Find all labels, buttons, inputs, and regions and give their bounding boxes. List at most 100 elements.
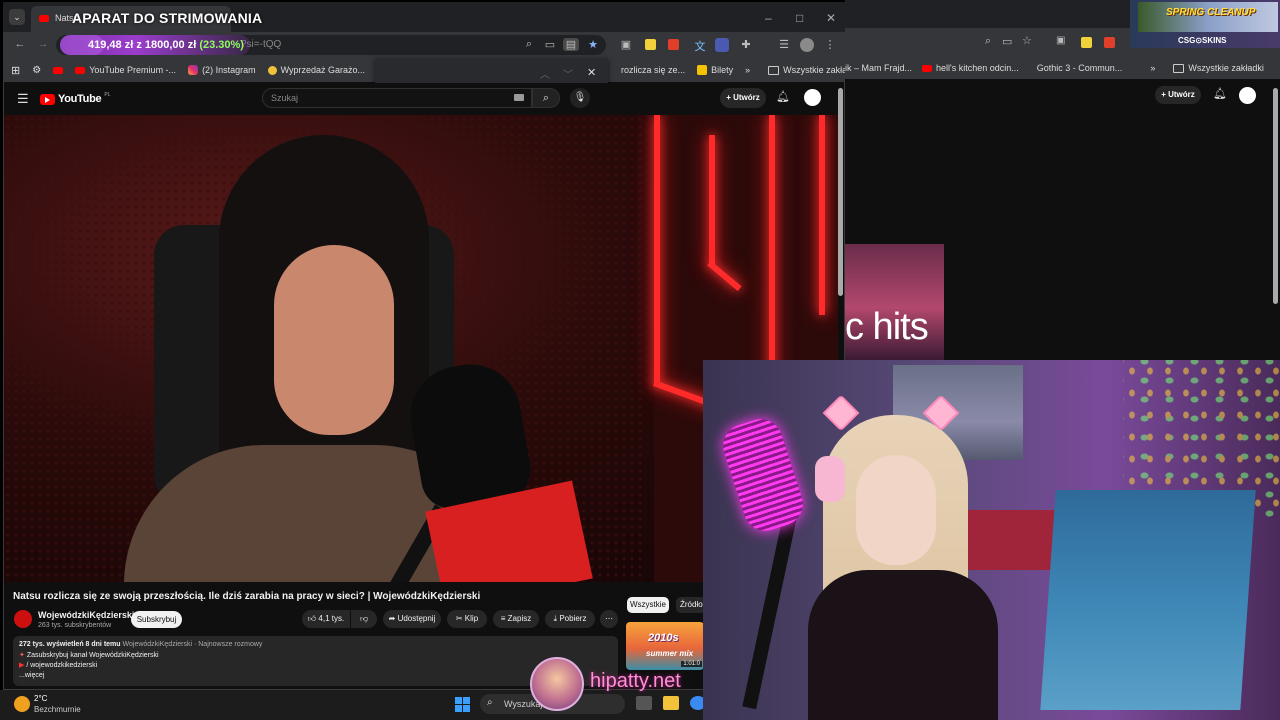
close-button[interactable]: ✕ <box>826 11 836 25</box>
find-next-icon[interactable]: ﹀ <box>563 66 573 81</box>
bookmark-item[interactable]: ik – Mam Frajd... <box>845 63 912 73</box>
upload-age: 8 dni temu <box>85 641 121 648</box>
create-label: Utwórz <box>1168 90 1195 99</box>
weather-icon[interactable] <box>14 696 30 712</box>
create-button[interactable]: + Utwórz <box>1155 86 1201 104</box>
menu-icon[interactable]: ⋮ <box>822 38 838 51</box>
bookmark-item[interactable] <box>53 66 64 74</box>
bookmarks-folder[interactable]: Wszystkie zakładki <box>768 65 845 75</box>
channel-avatar[interactable] <box>14 610 32 628</box>
bookmarks-more-button[interactable]: » <box>1150 63 1155 73</box>
extension-badge-icon[interactable] <box>715 38 729 52</box>
video-description[interactable]: 272 tys. wyświetleń 8 dni temu Wojewódzk… <box>13 636 618 686</box>
bell-icon[interactable]: 🔔︎ <box>1213 87 1227 100</box>
bookmarks-more-button[interactable]: » <box>745 65 750 75</box>
translate-icon[interactable]: 文 <box>692 38 708 54</box>
bookmark-item[interactable]: ⚙ <box>32 65 41 76</box>
star-icon[interactable]: ☆ <box>1022 34 1032 47</box>
save-button[interactable]: ≡ Zapisz <box>493 610 539 628</box>
youtube-search-input[interactable]: Szukaj <box>262 88 532 108</box>
file-explorer-icon[interactable] <box>663 696 679 710</box>
extension-icon[interactable]: ▣ <box>1056 35 1065 46</box>
donation-goal-widget: 419,48 zł z 1800,00 zł (23.30%) <box>60 35 250 55</box>
dot-icon <box>267 65 277 75</box>
find-close-icon[interactable]: ✕ <box>587 66 596 79</box>
avatar[interactable] <box>1239 87 1256 104</box>
extension-yellow-icon[interactable] <box>1081 37 1092 48</box>
back-icon[interactable]: ← <box>12 38 28 50</box>
create-button[interactable]: + Utwórz <box>720 88 766 108</box>
zoom-icon[interactable]: ⌕ <box>521 38 537 51</box>
bookmark-item[interactable]: Bilety <box>697 65 733 75</box>
cover-text: c hits <box>845 306 929 348</box>
chip-all[interactable]: Wszystkie <box>627 597 669 613</box>
sparkle-icon: ✦ <box>19 652 25 659</box>
goal-target: 1800,00 zł <box>144 39 197 51</box>
more-actions-button[interactable]: ⋯ <box>600 610 618 628</box>
hamburger-menu-icon[interactable]: ☰ <box>17 91 29 107</box>
keyboard-icon[interactable] <box>514 94 524 101</box>
dislike-button[interactable]: 👎︎ <box>351 610 377 628</box>
background-scrollbar[interactable] <box>1273 88 1278 304</box>
youtube-wordmark: YouTube <box>58 93 102 105</box>
chip-source[interactable]: Źródło <box>676 597 706 613</box>
start-button[interactable] <box>455 697 470 712</box>
folder-icon <box>768 65 780 75</box>
extensions-puzzle-icon[interactable]: ✚ <box>738 38 754 51</box>
bookmark-item[interactable]: Wyprzedaż Garażo... <box>267 65 365 75</box>
streamer-website: hipatty.net <box>590 670 681 692</box>
bookmark-item[interactable]: YouTube Premium -... <box>75 65 176 75</box>
description-line: ✦ Zasubskrybuj kanał WojewódzkiKędziersk… <box>19 651 159 659</box>
task-view-icon[interactable] <box>636 696 652 710</box>
youtube-icon: ▶ <box>19 662 25 669</box>
clip-button[interactable]: ✂ Klip <box>447 610 487 628</box>
recommended-video-thumbnail[interactable]: 2010s summer mix 1:01:0 <box>626 622 704 670</box>
bookmark-label: hell's kitchen odcin... <box>936 63 1019 73</box>
forward-icon[interactable]: → <box>35 38 51 50</box>
bookmark-item[interactable]: (2) Instagram <box>188 65 256 75</box>
youtube-logo[interactable]: YouTube PL <box>40 92 110 105</box>
show-more-link[interactable]: ...więcej <box>19 672 44 679</box>
download-button[interactable]: ⤓ Pobierz <box>545 610 595 628</box>
minimize-button[interactable]: – <box>765 11 772 25</box>
bookmark-label: Gothic 3 - Commun... <box>1036 63 1123 73</box>
media-controls-icon[interactable]: ☰ <box>776 38 792 51</box>
goal-text: 419,48 zł z 1800,00 zł (23.30%) <box>88 39 244 51</box>
apps-icon[interactable]: ⊞ <box>11 64 20 77</box>
search-icon[interactable]: ⌕ <box>532 88 560 108</box>
extension-red-icon[interactable] <box>668 39 679 50</box>
reading-mode-icon[interactable]: ▤ <box>563 38 579 51</box>
page-scrollbar[interactable] <box>838 88 843 296</box>
goal-separator: z <box>136 39 142 51</box>
bookmark-item[interactable]: rozlicza się ze... <box>621 65 685 75</box>
description-text[interactable]: / wojewodzkikedzierski <box>26 662 97 669</box>
microphone-icon[interactable]: 🎙︎ <box>570 88 590 108</box>
avatar[interactable] <box>804 89 821 106</box>
scissors-icon: ✂ <box>455 614 463 623</box>
extension-yellow-icon[interactable] <box>645 39 656 50</box>
weather-temperature[interactable]: 2°C <box>34 694 47 703</box>
playlist-cover[interactable]: c hits <box>845 244 944 360</box>
description-line: ▶ / wojewodzkikedzierski <box>19 661 97 669</box>
bookmarks-folder[interactable]: Wszystkie zakładki <box>1173 63 1264 73</box>
subscribe-button[interactable]: Subskrybuj <box>131 611 182 628</box>
bookmarks-folder-label: Wszystkie zakładki <box>783 65 845 75</box>
cast-icon[interactable]: ▭ <box>1002 35 1012 48</box>
tab-list-button[interactable]: ⌄ <box>9 9 25 25</box>
maximize-button[interactable]: □ <box>796 11 803 25</box>
extension-red-icon[interactable] <box>1104 37 1115 48</box>
zoom-icon[interactable]: ⌕ <box>985 35 991 48</box>
weather-description[interactable]: Bezchmurnie <box>34 705 81 714</box>
extension-icon[interactable]: ▣ <box>618 38 634 51</box>
bookmark-item[interactable]: hell's kitchen odcin... <box>922 63 1019 73</box>
share-button[interactable]: ➦ Udostępnij <box>383 610 441 628</box>
bell-icon[interactable]: 🔔︎ <box>776 90 790 103</box>
profile-avatar[interactable] <box>800 38 814 52</box>
find-previous-icon[interactable]: ︿ <box>540 66 550 81</box>
background-tab-bar <box>845 0 1130 28</box>
like-button[interactable]: 👍︎ 4,1 tys. <box>302 610 350 628</box>
bookmark-item[interactable]: Gothic 3 - Commun... <box>1037 63 1123 73</box>
bookmark-star-icon[interactable]: ★ <box>585 38 601 51</box>
channel-name[interactable]: WojewódzkiKędzierski <box>38 610 134 620</box>
cast-icon[interactable]: ▭ <box>542 38 558 51</box>
